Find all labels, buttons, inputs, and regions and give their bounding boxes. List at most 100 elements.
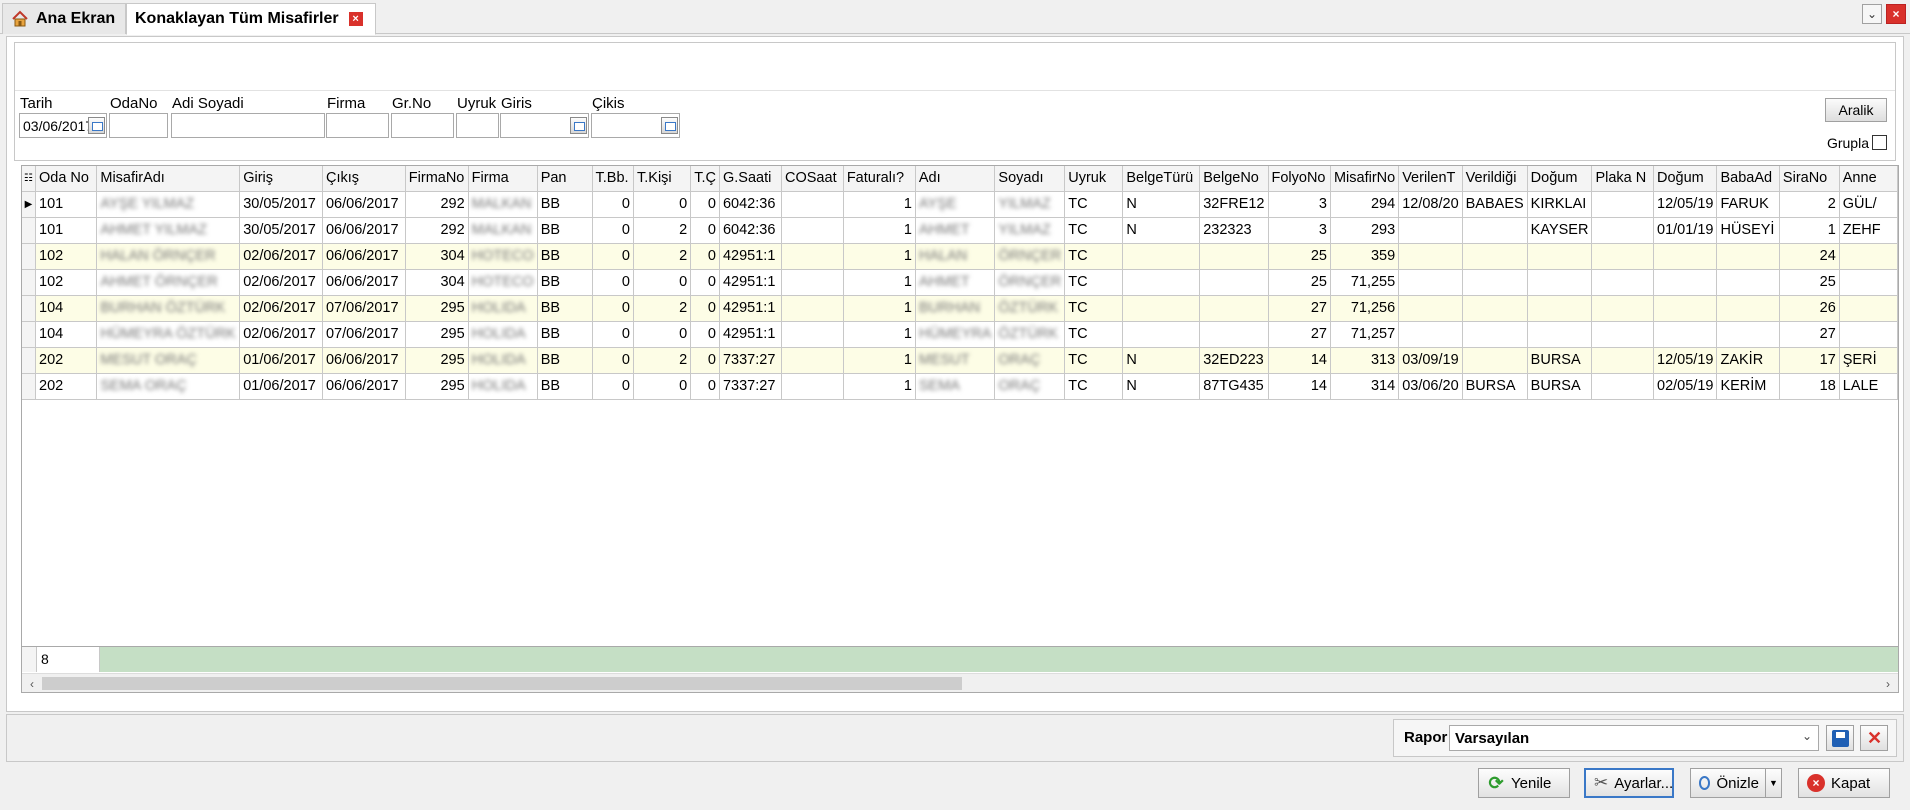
table-cell[interactable]: 1 (843, 321, 916, 348)
grupla-checkbox[interactable] (1872, 135, 1887, 150)
table-cell[interactable]: 2 (633, 243, 692, 270)
table-cell[interactable]: BB (537, 295, 593, 322)
row-indicator[interactable] (22, 243, 36, 270)
table-cell[interactable]: ORAÇ (994, 347, 1066, 374)
table-cell[interactable]: N (1122, 191, 1201, 218)
table-cell[interactable]: 1 (843, 295, 916, 322)
table-cell[interactable]: TC (1064, 321, 1124, 348)
table-cell[interactable]: HOTECO (468, 269, 538, 296)
table-cell[interactable] (1462, 347, 1528, 374)
table-cell[interactable]: 2 (633, 217, 692, 244)
table-cell[interactable] (1462, 217, 1528, 244)
firma-input[interactable] (326, 113, 389, 138)
table-cell[interactable]: 1 (843, 373, 916, 400)
guests-grid[interactable]: ☷ Oda No MisafirAdı Giriş Çıkış FirmaNo Firma… (21, 165, 1899, 693)
table-cell[interactable]: 14 (1268, 347, 1331, 374)
table-cell[interactable]: 292 (405, 217, 469, 244)
table-cell[interactable]: 0 (690, 269, 720, 296)
table-cell[interactable]: SEMA (915, 373, 996, 400)
table-cell[interactable] (1839, 321, 1898, 348)
table-cell[interactable]: LALE (1839, 373, 1898, 400)
row-indicator[interactable] (22, 295, 36, 322)
kapat-button[interactable]: × Kapat (1798, 768, 1890, 798)
table-cell[interactable] (1527, 269, 1593, 296)
table-cell[interactable]: 06/06/2017 (322, 243, 406, 270)
table-cell[interactable]: 12/08/20 (1398, 191, 1463, 218)
table-cell[interactable]: 12/05/19 (1653, 347, 1718, 374)
table-cell[interactable]: 313 (1330, 347, 1400, 374)
table-cell[interactable]: 30/05/2017 (239, 217, 323, 244)
table-cell[interactable]: 295 (405, 295, 469, 322)
table-cell[interactable]: ŞERİ (1839, 347, 1898, 374)
column-header[interactable]: Pan (537, 166, 593, 192)
table-cell[interactable] (1591, 217, 1655, 244)
table-cell[interactable]: 0 (592, 321, 635, 348)
column-header[interactable]: Plaka N (1591, 166, 1655, 192)
table-cell[interactable]: 0 (592, 269, 635, 296)
column-header[interactable]: BelgeTürü (1122, 166, 1201, 192)
table-cell[interactable]: 304 (405, 243, 469, 270)
table-cell[interactable] (1462, 295, 1528, 322)
table-cell[interactable]: 0 (633, 321, 692, 348)
table-cell[interactable] (781, 295, 844, 322)
column-header[interactable]: Faturalı? (843, 166, 916, 192)
table-cell[interactable]: HÜMEYRA (915, 321, 996, 348)
table-cell[interactable] (1839, 295, 1898, 322)
table-cell[interactable]: HOTECO (468, 243, 538, 270)
table-cell[interactable]: 1 (843, 217, 916, 244)
grno-input[interactable] (391, 113, 454, 138)
table-cell[interactable]: 25 (1268, 269, 1331, 296)
uyruk-input[interactable] (456, 113, 499, 138)
adisoyadi-input[interactable] (171, 113, 325, 138)
chevron-down-icon[interactable]: ⌄ (1862, 4, 1882, 24)
table-cell[interactable]: HOLIDA (468, 295, 538, 322)
table-cell[interactable] (1839, 269, 1898, 296)
table-cell[interactable] (1199, 321, 1269, 348)
table-cell[interactable]: 02/06/2017 (239, 269, 323, 296)
tab-konaklayan-misafirler[interactable]: Konaklayan Tüm Misafirler × (126, 3, 376, 35)
table-cell[interactable]: 87TG435 (1199, 373, 1269, 400)
table-cell[interactable]: 71,255 (1330, 269, 1400, 296)
table-cell[interactable]: 292 (405, 191, 469, 218)
delete-report-button[interactable]: ✕ (1860, 725, 1888, 751)
row-indicator[interactable] (22, 321, 36, 348)
table-cell[interactable]: 0 (690, 191, 720, 218)
odano-input[interactable] (109, 113, 168, 138)
table-cell[interactable]: 0 (633, 191, 692, 218)
table-cell[interactable]: TC (1064, 373, 1124, 400)
table-cell[interactable]: 304 (405, 269, 469, 296)
table-cell[interactable]: 295 (405, 321, 469, 348)
table-cell[interactable] (1527, 243, 1593, 270)
table-cell[interactable]: N (1122, 217, 1201, 244)
table-cell[interactable]: 06/06/2017 (322, 191, 406, 218)
table-cell[interactable]: TC (1064, 243, 1124, 270)
table-cell[interactable]: YILMAZ (994, 191, 1066, 218)
table-cell[interactable] (1591, 243, 1655, 270)
table-cell[interactable]: 1 (1779, 217, 1840, 244)
table-cell[interactable] (781, 321, 844, 348)
table-cell[interactable]: 2 (633, 347, 692, 374)
column-header[interactable]: Oda No (35, 166, 98, 192)
table-cell[interactable] (1653, 269, 1718, 296)
row-indicator[interactable] (22, 373, 36, 400)
table-cell[interactable]: 202 (35, 347, 98, 374)
column-header[interactable]: BabaAd (1716, 166, 1780, 192)
column-chooser-icon[interactable]: ☷ (22, 166, 36, 192)
table-cell[interactable] (1398, 269, 1463, 296)
table-cell[interactable]: 25 (1268, 243, 1331, 270)
table-cell[interactable]: 26 (1779, 295, 1840, 322)
table-row[interactable]: 101 AHMET YILMAZ 30/05/2017 06/06/2017 292 MA… (22, 217, 1898, 244)
table-cell[interactable] (1199, 269, 1269, 296)
table-cell[interactable]: BURSA (1462, 373, 1528, 400)
column-header[interactable]: Soyadı (994, 166, 1066, 192)
table-cell[interactable]: BABAES (1462, 191, 1528, 218)
table-cell[interactable] (1199, 243, 1269, 270)
column-header[interactable]: MisafirNo (1330, 166, 1400, 192)
table-cell[interactable]: 294 (1330, 191, 1400, 218)
table-cell[interactable]: 06/06/2017 (322, 347, 406, 374)
table-cell[interactable]: KAYSER (1527, 217, 1593, 244)
table-cell[interactable]: 0 (633, 373, 692, 400)
table-cell[interactable]: AHMET ÖRNÇER (96, 269, 241, 296)
table-cell[interactable] (1653, 321, 1718, 348)
table-cell[interactable]: KIRKLAI (1527, 191, 1593, 218)
